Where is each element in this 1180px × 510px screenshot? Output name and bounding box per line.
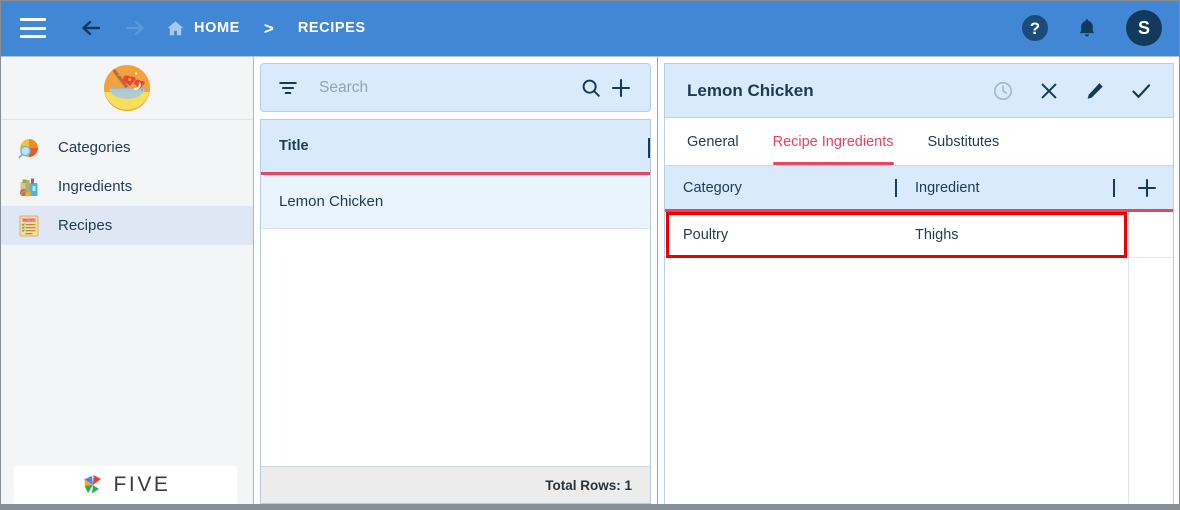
table-row[interactable]: Lemon Chicken <box>261 175 650 229</box>
breadcrumb-home-label: HOME <box>194 20 240 36</box>
cell-ingredient: Thighs <box>915 226 959 243</box>
sidebar-item-ingredients[interactable]: Ingredients <box>0 167 253 206</box>
detail-title: Lemon Chicken <box>687 80 814 100</box>
history-clock-icon[interactable] <box>989 77 1017 105</box>
pie-chart-search-icon <box>14 134 44 162</box>
ingredients-header-actions <box>1112 166 1173 209</box>
detail-tabs: General Recipe Ingredients Substitutes <box>665 118 1173 166</box>
app-logo <box>0 57 253 120</box>
tab-recipe-ingredients[interactable]: Recipe Ingredients <box>772 118 894 165</box>
sidebar-footer-brand: FIVE <box>14 466 237 504</box>
cell-title: Lemon Chicken <box>279 193 384 210</box>
tab-substitutes-label: Substitutes <box>927 133 1000 150</box>
sidebar: Categories Ingredients RECIPE Recipes FI… <box>0 57 254 504</box>
tab-substitutes[interactable]: Substitutes <box>928 118 1000 165</box>
arrow-right-icon[interactable] <box>118 11 152 45</box>
topbar-actions: ? S <box>1022 10 1162 46</box>
breadcrumb-separator: > <box>263 18 274 38</box>
grid-column-line <box>1128 212 1129 504</box>
avatar-initial: S <box>1137 17 1150 38</box>
sidebar-item-recipes-label: Recipes <box>58 217 113 234</box>
records-list-panel: Title Lemon Chicken Total Rows: 1 <box>254 57 658 504</box>
breadcrumb-current-label[interactable]: RECIPES <box>298 20 366 36</box>
tab-general-label: General <box>687 133 739 150</box>
svg-text:RECIPE: RECIPE <box>23 218 35 222</box>
filter-icon[interactable] <box>277 77 299 99</box>
detail-header: Lemon Chicken <box>665 64 1173 118</box>
window-bottom-strip <box>0 504 1180 510</box>
search-input[interactable] <box>319 78 576 97</box>
detail-card: Lemon Chicken General Recipe Ingredients… <box>664 63 1174 504</box>
sidebar-item-ingredients-label: Ingredients <box>58 178 133 195</box>
home-icon <box>166 19 185 38</box>
app-window: HOME > RECIPES ? S Categories Ingredient… <box>0 0 1180 510</box>
five-brand-label: FIVE <box>113 473 171 496</box>
hamburger-menu-icon[interactable] <box>20 18 46 38</box>
column-header-category[interactable]: Category <box>665 166 897 209</box>
column-divider-ingredient[interactable] <box>1113 178 1115 197</box>
sidebar-nav: Categories Ingredients RECIPE Recipes <box>0 120 253 245</box>
table-row[interactable]: Poultry Thighs <box>665 212 1173 258</box>
help-icon[interactable]: ? <box>1022 15 1048 41</box>
save-check-icon[interactable] <box>1127 77 1155 105</box>
total-rows-label: Total Rows: 1 <box>545 477 632 493</box>
breadcrumb-item-home[interactable]: HOME <box>166 19 240 38</box>
user-avatar[interactable]: S <box>1126 10 1162 46</box>
main-body: Categories Ingredients RECIPE Recipes FI… <box>0 56 1180 504</box>
records-grid-header: Title <box>261 120 650 175</box>
five-pinwheel-logo-icon <box>84 475 102 494</box>
sidebar-item-recipes[interactable]: RECIPE Recipes <box>0 206 253 245</box>
column-header-category-label: Category <box>683 179 742 196</box>
top-navigation-bar: HOME > RECIPES ? S <box>0 0 1180 56</box>
detail-actions <box>989 77 1155 105</box>
sidebar-item-categories-label: Categories <box>58 139 131 156</box>
column-header-title[interactable]: Title <box>261 138 309 154</box>
arrow-left-icon[interactable] <box>74 11 108 45</box>
cell-category: Poultry <box>683 226 729 243</box>
sidebar-item-categories[interactable]: Categories <box>0 128 253 167</box>
ingredients-grid-header: Category Ingredient <box>665 166 1173 212</box>
add-record-button[interactable] <box>606 73 636 103</box>
search-icon[interactable] <box>576 73 606 103</box>
tab-recipe-ingredients-label: Recipe Ingredients <box>772 133 894 150</box>
records-grid-body: Lemon Chicken <box>261 175 650 466</box>
column-header-ingredient[interactable]: Ingredient <box>897 166 1112 209</box>
edit-pencil-icon[interactable] <box>1081 77 1109 105</box>
ingredients-grid-body: Poultry Thighs <box>665 212 1173 504</box>
ingredients-grid: Category Ingredient Poultry Thighs <box>665 166 1173 504</box>
search-bar <box>260 63 651 112</box>
tab-general[interactable]: General <box>687 118 739 165</box>
column-header-ingredient-label: Ingredient <box>915 179 980 196</box>
record-detail-panel: Lemon Chicken General Recipe Ingredients… <box>658 57 1180 504</box>
recipe-card-icon: RECIPE <box>14 212 44 240</box>
close-icon[interactable] <box>1035 77 1063 105</box>
breadcrumb: HOME > RECIPES <box>166 19 366 38</box>
help-icon-label: ? <box>1029 18 1041 38</box>
groceries-icon <box>14 173 44 201</box>
bell-icon[interactable] <box>1074 14 1100 42</box>
add-ingredient-button[interactable] <box>1135 176 1159 200</box>
column-divider[interactable] <box>648 138 650 158</box>
records-grid-footer: Total Rows: 1 <box>260 466 651 504</box>
records-grid: Title Lemon Chicken <box>260 119 651 466</box>
recipe-bowl-logo-icon <box>103 65 150 111</box>
